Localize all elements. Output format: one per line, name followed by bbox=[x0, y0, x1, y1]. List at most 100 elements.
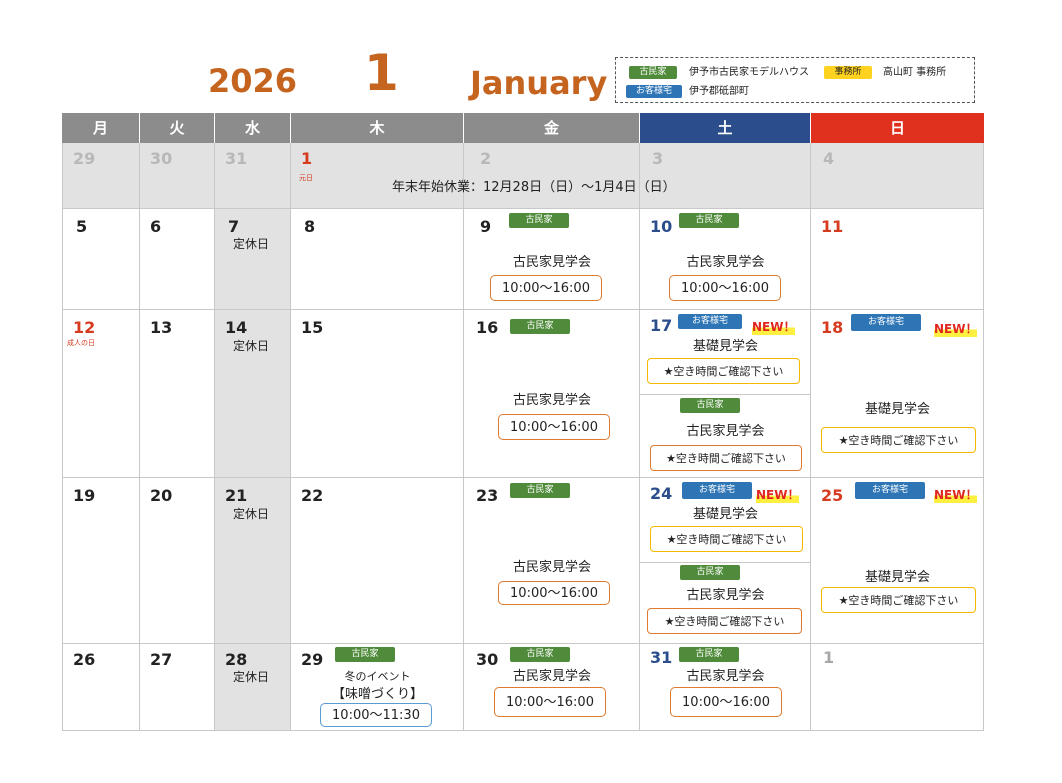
day-cell: 25 お客様宅 NEW！ 基礎見学会 ★空き時間ご確認下さい bbox=[811, 478, 984, 644]
event-title: 古民家見学会 bbox=[512, 393, 591, 408]
new-tag: NEW！ bbox=[752, 318, 796, 335]
holiday-label: 元日 bbox=[299, 174, 313, 182]
event-title: 基礎見学会 bbox=[692, 339, 758, 354]
day-cell: 13 bbox=[140, 310, 215, 478]
day-cell: 27 bbox=[140, 644, 215, 731]
event-time: 10:00～16:00 bbox=[490, 275, 602, 301]
day-cell: 16 古民家 古民家見学会 10:00～16:00 bbox=[464, 310, 640, 478]
event-title: 冬のイベント bbox=[344, 670, 411, 683]
day-number: 18 bbox=[821, 318, 844, 337]
day-number: 8 bbox=[304, 217, 316, 236]
legend-kominka-text: 伊予市古民家モデルハウス bbox=[689, 67, 809, 78]
year: 2026 bbox=[208, 62, 298, 100]
day-number: 29 bbox=[301, 650, 324, 669]
kominka-badge: 古民家 bbox=[680, 398, 740, 413]
day-cell: 5 bbox=[62, 209, 140, 310]
event-title: 基礎見学会 bbox=[864, 570, 930, 585]
day-number: 13 bbox=[150, 318, 173, 337]
weekday-fri: 金 bbox=[464, 113, 639, 143]
customer-badge: お客様宅 bbox=[678, 314, 742, 329]
kominka-badge: 古民家 bbox=[510, 319, 570, 334]
day-cell: 31 bbox=[215, 143, 291, 209]
day-number: 22 bbox=[301, 486, 324, 505]
day-cell: 23 古民家 古民家見学会 10:00～16:00 bbox=[464, 478, 640, 644]
event-time: 10:00～11:30 bbox=[320, 703, 432, 727]
day-cell: 8 bbox=[291, 209, 464, 310]
legend-office-text: 高山町 事務所 bbox=[883, 67, 947, 78]
day-number: 17 bbox=[650, 316, 673, 335]
closed-day-label: 定休日 bbox=[233, 237, 270, 251]
new-tag: NEW！ bbox=[934, 486, 978, 503]
event-title: 古民家見学会 bbox=[512, 255, 591, 270]
event-title: 基礎見学会 bbox=[692, 507, 758, 522]
new-year-closure-note: 年末年始休業：12月28日（日）～1月4日（日） bbox=[392, 180, 676, 195]
day-number: 11 bbox=[821, 217, 844, 236]
day-cell: 20 bbox=[140, 478, 215, 644]
day-number: 2 bbox=[480, 149, 492, 168]
weekday-thu: 木 bbox=[291, 113, 463, 143]
kominka-badge: 古民家 bbox=[509, 213, 569, 228]
day-number: 19 bbox=[73, 486, 96, 505]
legend-customer-badge: お客様宅 bbox=[626, 85, 682, 98]
event-time: 10:00～16:00 bbox=[494, 687, 606, 717]
day-number: 21 bbox=[225, 486, 248, 505]
kominka-badge: 古民家 bbox=[680, 565, 740, 580]
availability-note: ★空き時間ご確認下さい bbox=[647, 358, 800, 384]
weekday-wed: 水 bbox=[215, 113, 290, 143]
day-cell: 19 bbox=[62, 478, 140, 644]
day-cell: 28 定休日 bbox=[215, 644, 291, 731]
weekday-tue: 火 bbox=[140, 113, 214, 143]
event-title: 古民家見学会 bbox=[686, 424, 765, 439]
holiday-label: 成人の日 bbox=[67, 339, 95, 347]
day-number: 7 bbox=[228, 217, 240, 236]
event-title: 古民家見学会 bbox=[686, 255, 765, 270]
day-cell-lower: 古民家 古民家見学会 ★空き時間ご確認下さい bbox=[640, 563, 811, 644]
day-number: 29 bbox=[73, 149, 96, 168]
availability-note: ★空き時間ご確認下さい bbox=[821, 427, 976, 453]
day-number: 27 bbox=[150, 650, 173, 669]
event-title: 古民家見学会 bbox=[686, 588, 765, 603]
day-number: 31 bbox=[225, 149, 248, 168]
day-cell-lower: 古民家 古民家見学会 ★空き時間ご確認下さい bbox=[640, 395, 811, 478]
legend-office-badge: 事務所 bbox=[824, 66, 872, 79]
day-number: 30 bbox=[150, 149, 173, 168]
closed-day-label: 定休日 bbox=[233, 507, 270, 521]
day-number: 14 bbox=[225, 318, 248, 337]
day-cell: 12 成人の日 bbox=[62, 310, 140, 478]
day-number: 25 bbox=[821, 486, 844, 505]
day-number: 16 bbox=[476, 318, 499, 337]
availability-note: ★空き時間ご確認下さい bbox=[650, 526, 803, 552]
legend: 古民家 伊予市古民家モデルハウス 事務所 高山町 事務所 お客様宅 伊予郡砥部町 bbox=[615, 57, 975, 103]
day-number: 9 bbox=[480, 217, 492, 236]
closed-day-label: 定休日 bbox=[233, 670, 270, 684]
day-number: 23 bbox=[476, 486, 499, 505]
day-cell: 31 古民家 古民家見学会 10:00～16:00 bbox=[640, 644, 811, 731]
day-number: 20 bbox=[150, 486, 173, 505]
weekday-sun: 日 bbox=[811, 113, 984, 143]
kominka-badge: 古民家 bbox=[335, 647, 395, 662]
day-cell: 30 bbox=[140, 143, 215, 209]
day-cell: 15 bbox=[291, 310, 464, 478]
availability-note: ★空き時間ご確認下さい bbox=[821, 587, 976, 613]
day-cell: 22 bbox=[291, 478, 464, 644]
day-number: 1 bbox=[301, 149, 313, 168]
kominka-badge: 古民家 bbox=[679, 213, 739, 228]
day-cell: 10 古民家 古民家見学会 10:00～16:00 bbox=[640, 209, 811, 310]
day-cell: 9 古民家 古民家見学会 10:00～16:00 bbox=[464, 209, 640, 310]
day-cell: 30 古民家 古民家見学会 10:00～16:00 bbox=[464, 644, 640, 731]
event-title: 基礎見学会 bbox=[864, 402, 930, 417]
day-cell-upper: 17 お客様宅 NEW！ 基礎見学会 ★空き時間ご確認下さい bbox=[640, 310, 811, 395]
availability-note: ★空き時間ご確認下さい bbox=[650, 445, 802, 471]
event-time: 10:00～16:00 bbox=[498, 581, 610, 605]
customer-badge: お客様宅 bbox=[682, 482, 752, 499]
availability-note: ★空き時間ご確認下さい bbox=[647, 608, 802, 634]
day-number: 6 bbox=[150, 217, 162, 236]
day-number: 10 bbox=[650, 217, 673, 236]
day-number: 5 bbox=[76, 217, 88, 236]
day-cell-upper: 24 お客様宅 NEW！ 基礎見学会 ★空き時間ご確認下さい bbox=[640, 478, 811, 563]
day-cell: 26 bbox=[62, 644, 140, 731]
day-number: 4 bbox=[823, 149, 835, 168]
weekday-sat: 土 bbox=[640, 113, 810, 143]
calendar-grid: 月 火 水 木 金 土 日 29 30 31 1 元日 2 3 4 年末年始休業… bbox=[62, 113, 984, 731]
event-time: 10:00～16:00 bbox=[498, 414, 610, 440]
